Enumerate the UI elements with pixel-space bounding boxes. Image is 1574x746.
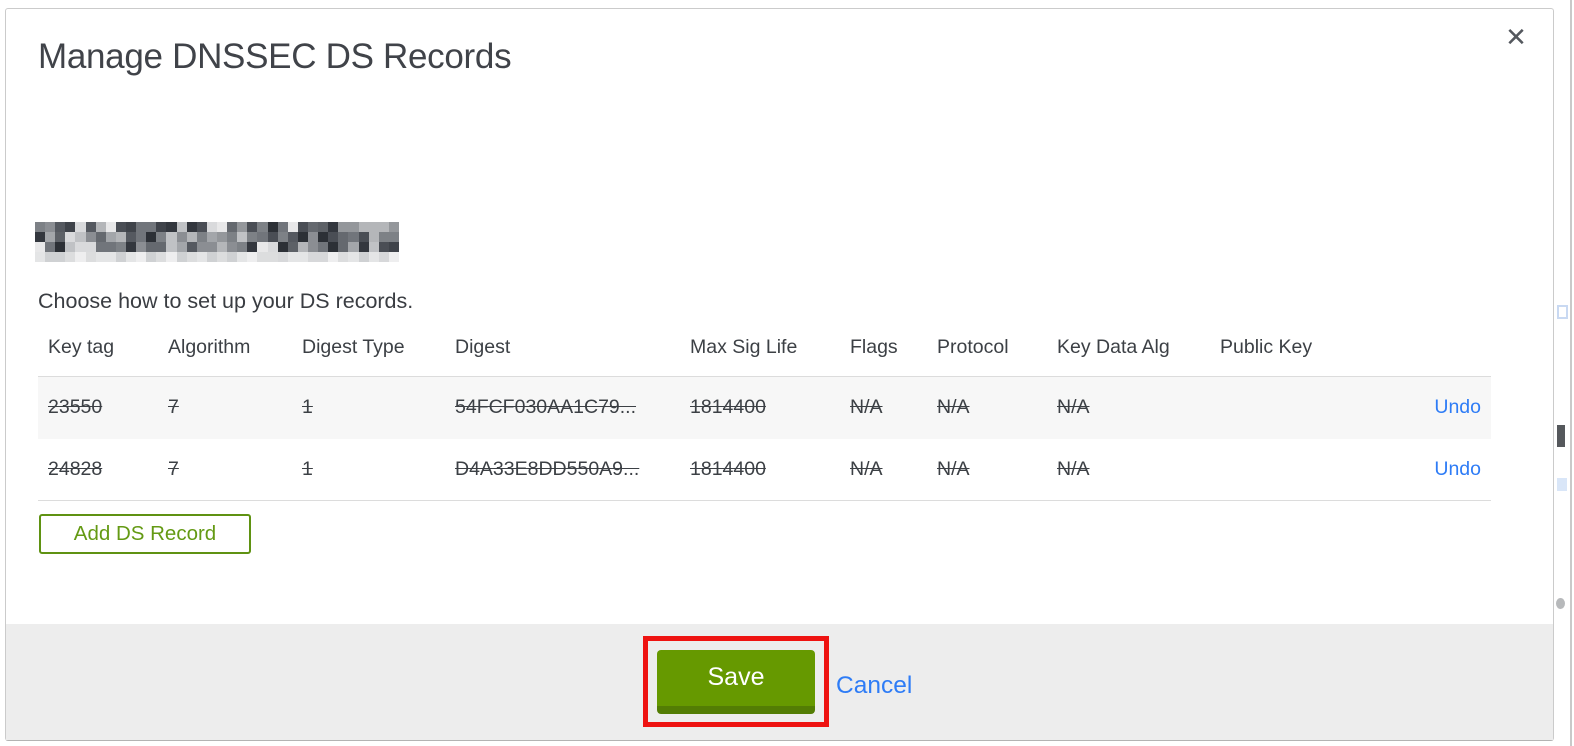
cell-public-key: [1210, 377, 1360, 439]
ds-records-table: Key tag Algorithm Digest Type Digest Max…: [38, 336, 1491, 501]
cell-digest: D4A33E8DD550A9...: [455, 457, 640, 480]
cell-digest-type: 1: [302, 396, 313, 419]
col-header-key-tag: Key tag: [48, 336, 115, 358]
cell-algorithm: 7: [168, 396, 179, 419]
cancel-link[interactable]: Cancel: [836, 672, 912, 700]
instruction-text: Choose how to set up your DS records.: [38, 289, 414, 313]
table-row: 23550 7 1 54FCF030AA1C79... 1814400 N/A …: [38, 376, 1491, 439]
redacted-domain: [35, 222, 399, 262]
col-header-key-data-alg: Key Data Alg: [1057, 336, 1170, 358]
cell-key-tag: 23550: [48, 396, 103, 419]
save-button[interactable]: Save: [657, 649, 815, 714]
page-edge-fragment: [1557, 478, 1567, 491]
cell-key-data-alg: N/A: [1057, 396, 1090, 419]
col-header-protocol: Protocol: [937, 336, 1009, 358]
page-edge-fragment: [1557, 425, 1565, 447]
undo-link[interactable]: Undo: [1434, 458, 1481, 480]
add-ds-record-button[interactable]: Add DS Record: [39, 514, 251, 554]
dialog-title: Manage DNSSEC DS Records: [38, 37, 512, 76]
col-header-public-key: Public Key: [1220, 336, 1313, 358]
cell-max-sig-life: 1814400: [690, 457, 766, 480]
cell-key-data-alg: N/A: [1057, 457, 1090, 480]
cell-flags: N/A: [850, 396, 883, 419]
cell-public-key: [1210, 439, 1360, 501]
cell-algorithm: 7: [168, 457, 179, 480]
cell-protocol: N/A: [937, 457, 970, 480]
page-edge-fragment: [1556, 598, 1565, 609]
table-header-row: Key tag Algorithm Digest Type Digest Max…: [38, 336, 1491, 377]
manage-dnssec-dialog: Manage DNSSEC DS Records ✕ Choose how to…: [5, 8, 1554, 741]
window-right-edge: [1570, 0, 1572, 746]
col-header-flags: Flags: [850, 336, 898, 358]
cell-max-sig-life: 1814400: [690, 396, 766, 419]
cell-key-tag: 24828: [48, 457, 103, 480]
page-edge-fragment: [1557, 305, 1568, 319]
cell-digest-type: 1: [302, 457, 313, 480]
col-header-max-sig-life: Max Sig Life: [690, 336, 798, 358]
cell-digest: 54FCF030AA1C79...: [455, 396, 637, 419]
undo-link[interactable]: Undo: [1434, 396, 1481, 418]
col-header-digest-type: Digest Type: [302, 336, 405, 358]
cell-flags: N/A: [850, 457, 883, 480]
annotation-highlight-box: Save: [643, 636, 829, 727]
col-header-algorithm: Algorithm: [168, 336, 251, 358]
cell-protocol: N/A: [937, 396, 970, 419]
table-row: 24828 7 1 D4A33E8DD550A9... 1814400 N/A …: [38, 439, 1491, 501]
col-header-actions: [1360, 336, 1491, 377]
close-icon[interactable]: ✕: [1498, 19, 1534, 55]
col-header-digest: Digest: [455, 336, 511, 358]
dialog-footer: Save Cancel: [6, 624, 1553, 740]
